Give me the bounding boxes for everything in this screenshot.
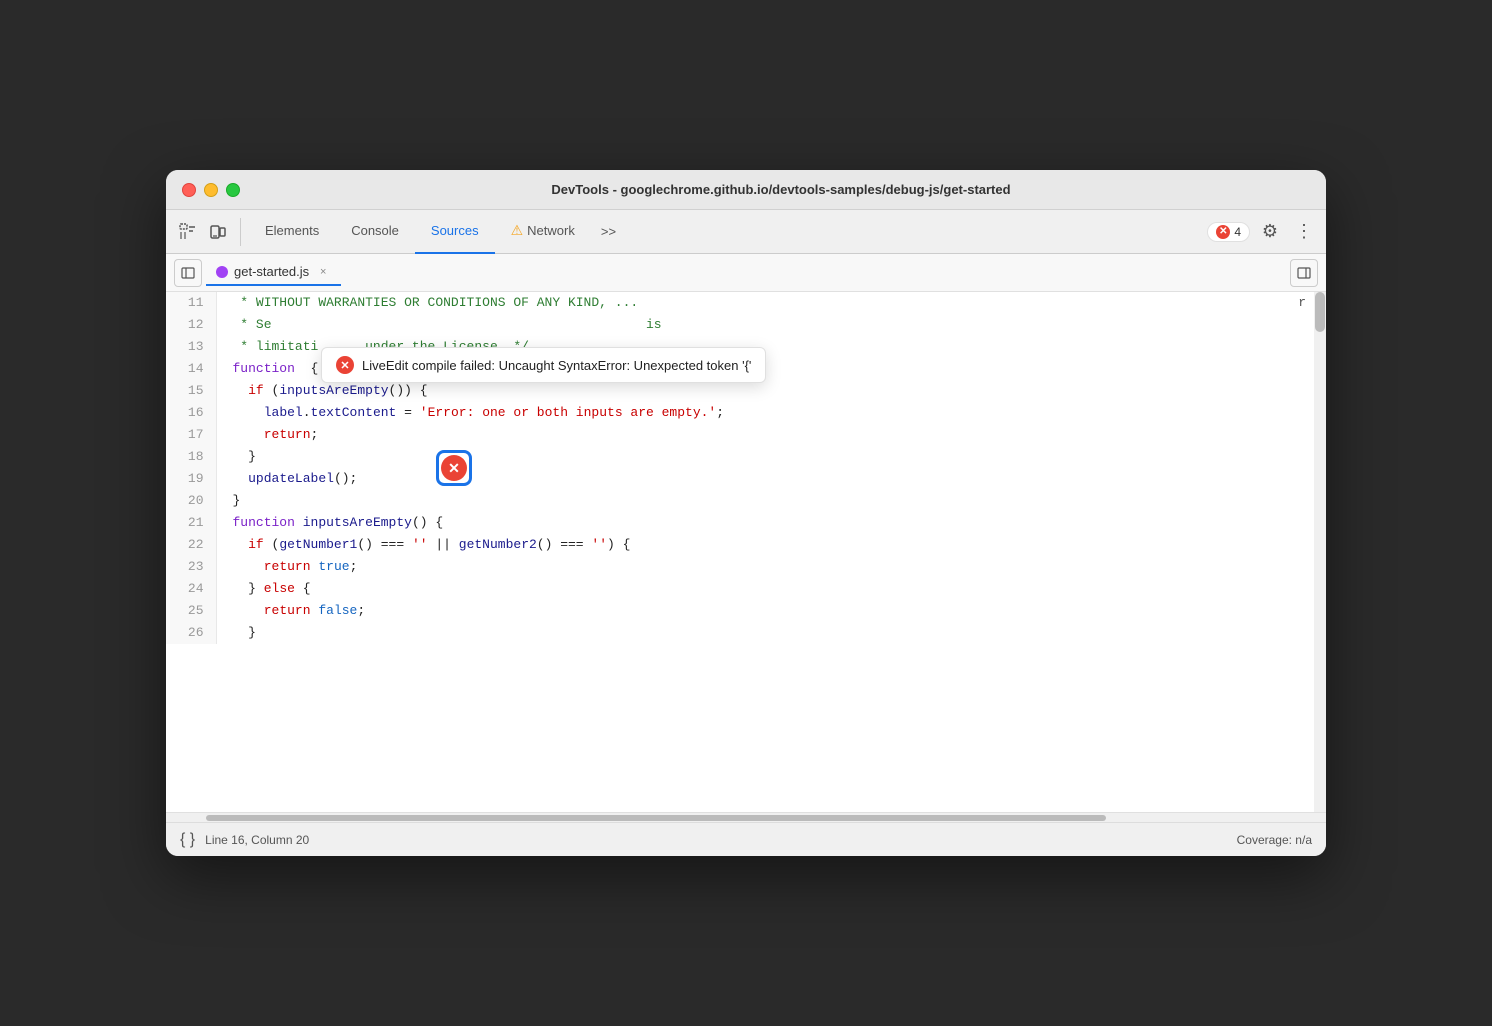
- file-tab-name: get-started.js: [234, 264, 309, 279]
- table-row: 26 }: [166, 622, 1326, 644]
- line-code[interactable]: }: [216, 490, 1326, 512]
- more-icon[interactable]: ⋮: [1290, 218, 1318, 246]
- line-code[interactable]: * Se is: [216, 314, 1326, 336]
- window-title: DevTools - googlechrome.github.io/devtoo…: [252, 182, 1310, 197]
- table-row: 19 updateLabel();: [166, 468, 1326, 490]
- error-tooltip: ✕ LiveEdit compile failed: Uncaught Synt…: [321, 347, 766, 383]
- tab-console[interactable]: Console: [335, 210, 415, 254]
- code-area[interactable]: ✕ LiveEdit compile failed: Uncaught Synt…: [166, 292, 1326, 812]
- horizontal-scrollbar[interactable]: [166, 812, 1326, 822]
- close-button[interactable]: [182, 183, 196, 197]
- line-code[interactable]: updateLabel();: [216, 468, 1326, 490]
- table-row: 11 * WITHOUT WARRANTIES OR CONDITIONS OF…: [166, 292, 1326, 314]
- line-code[interactable]: return;: [216, 424, 1326, 446]
- code-scroll[interactable]: 11 * WITHOUT WARRANTIES OR CONDITIONS OF…: [166, 292, 1326, 644]
- coverage-status: Coverage: n/a: [1237, 833, 1312, 847]
- code-table: 11 * WITHOUT WARRANTIES OR CONDITIONS OF…: [166, 292, 1326, 644]
- line-number: 21: [166, 512, 216, 534]
- line-number: 13: [166, 336, 216, 358]
- devtools-window: DevTools - googlechrome.github.io/devtoo…: [166, 170, 1326, 856]
- tabs-right: ✕ 4 ⚙ ⋮: [1207, 218, 1318, 246]
- toolbar-icons: [174, 218, 241, 246]
- scrollbar-thumb[interactable]: [1315, 292, 1325, 332]
- status-left: { } Line 16, Column 20: [180, 831, 309, 849]
- line-number: 23: [166, 556, 216, 578]
- titlebar: DevTools - googlechrome.github.io/devtoo…: [166, 170, 1326, 210]
- maximize-button[interactable]: [226, 183, 240, 197]
- line-number: 14: [166, 358, 216, 380]
- line-number: 25: [166, 600, 216, 622]
- table-row: 16 label.textContent = 'Error: one or bo…: [166, 402, 1326, 424]
- line-code[interactable]: if (getNumber1() === '' || getNumber2() …: [216, 534, 1326, 556]
- line-code[interactable]: return false;: [216, 600, 1326, 622]
- file-tab-close[interactable]: ×: [315, 264, 331, 280]
- inspect-icon[interactable]: [174, 218, 202, 246]
- line-code[interactable]: if (inputsAreEmpty()) {: [216, 380, 1326, 402]
- table-row: 24 } else {: [166, 578, 1326, 600]
- tab-elements[interactable]: Elements: [249, 210, 335, 254]
- line-code[interactable]: }: [216, 622, 1326, 644]
- error-tooltip-text: LiveEdit compile failed: Uncaught Syntax…: [362, 358, 751, 373]
- status-bar: { } Line 16, Column 20 Coverage: n/a: [166, 822, 1326, 856]
- line-code[interactable]: return true;: [216, 556, 1326, 578]
- error-marker-icon: ✕: [441, 455, 467, 481]
- error-tooltip-icon: ✕: [336, 356, 354, 374]
- line-number: 16: [166, 402, 216, 424]
- warning-icon: ⚠: [511, 222, 524, 239]
- device-icon[interactable]: [204, 218, 232, 246]
- table-row: 15 if (inputsAreEmpty()) {: [166, 380, 1326, 402]
- line-number: 11: [166, 292, 216, 314]
- collapse-sidebar-btn[interactable]: [1290, 259, 1318, 287]
- minimize-button[interactable]: [204, 183, 218, 197]
- line-number: 12: [166, 314, 216, 336]
- line-number: 26: [166, 622, 216, 644]
- line-code[interactable]: }: [216, 446, 1326, 468]
- table-row: 25 return false;: [166, 600, 1326, 622]
- vertical-scrollbar[interactable]: [1314, 292, 1326, 812]
- line-number: 24: [166, 578, 216, 600]
- line-code[interactable]: label.textContent = 'Error: one or both …: [216, 402, 1326, 424]
- status-right: Coverage: n/a: [1237, 833, 1312, 847]
- error-x-icon: ✕: [1216, 225, 1230, 239]
- tab-sources[interactable]: Sources: [415, 210, 495, 254]
- scrollbar-thumb-h[interactable]: [206, 815, 1106, 821]
- line-number: 17: [166, 424, 216, 446]
- sources-toolbar: get-started.js ×: [166, 254, 1326, 292]
- line-number: 18: [166, 446, 216, 468]
- line-code[interactable]: function inputsAreEmpty() {: [216, 512, 1326, 534]
- line-number: 22: [166, 534, 216, 556]
- line-number: 20: [166, 490, 216, 512]
- table-row: 20 }: [166, 490, 1326, 512]
- devtools-tabs: Elements Console Sources ⚠ Network >> ✕ …: [166, 210, 1326, 254]
- table-row: 18 }: [166, 446, 1326, 468]
- file-icon: [216, 266, 228, 278]
- table-row: 22 if (getNumber1() === '' || getNumber2…: [166, 534, 1326, 556]
- line-number: 15: [166, 380, 216, 402]
- error-badge[interactable]: ✕ 4: [1207, 222, 1250, 242]
- table-row: 12 * Se is: [166, 314, 1326, 336]
- table-row: 21 function inputsAreEmpty() {: [166, 512, 1326, 534]
- line-code[interactable]: * WITHOUT WARRANTIES OR CONDITIONS OF AN…: [216, 292, 1326, 314]
- line-number: 19: [166, 468, 216, 490]
- error-marker: ✕: [436, 450, 472, 486]
- sidebar-toggle-btn[interactable]: [174, 259, 202, 287]
- tab-more[interactable]: >>: [591, 210, 626, 254]
- cursor-position: Line 16, Column 20: [205, 833, 309, 847]
- settings-icon[interactable]: ⚙: [1256, 218, 1284, 246]
- table-row: 23 return true;: [166, 556, 1326, 578]
- table-row: 17 return;: [166, 424, 1326, 446]
- traffic-lights: [182, 183, 240, 197]
- format-icon[interactable]: { }: [180, 831, 195, 849]
- line-code[interactable]: } else {: [216, 578, 1326, 600]
- file-tab[interactable]: get-started.js ×: [206, 260, 341, 286]
- tab-network[interactable]: ⚠ Network: [495, 210, 591, 254]
